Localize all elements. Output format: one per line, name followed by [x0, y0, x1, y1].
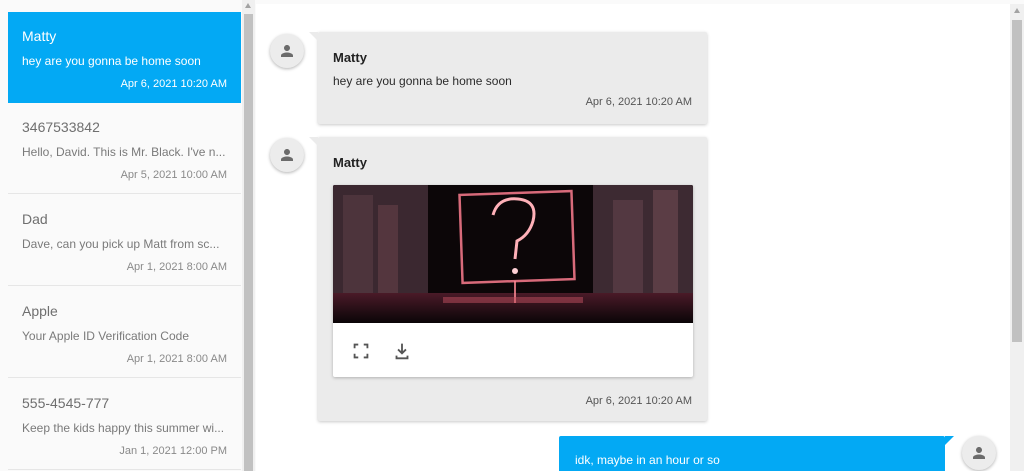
message-thread: Matty hey are you gonna be home soon Apr…: [256, 4, 1010, 471]
bubble-tail: [309, 32, 318, 41]
message-time: Apr 6, 2021 10:20 AM: [585, 96, 692, 108]
message-sender: Matty: [333, 50, 367, 65]
person-icon: [962, 436, 996, 470]
conversation-sidebar: Matty hey are you gonna be home soon Apr…: [0, 0, 256, 471]
conversation-item-matty[interactable]: Matty hey are you gonna be home soon Apr…: [8, 12, 241, 103]
scroll-up-arrow-icon[interactable]: [245, 3, 251, 8]
conversation-preview: Keep the kids happy this summer wi...: [22, 421, 225, 435]
bubble-tail: [945, 436, 954, 445]
image-attachment-card: [333, 185, 693, 377]
conversation-item-apple[interactable]: Apple Your Apple ID Verification Code Ap…: [8, 287, 241, 378]
message-text: hey are you gonna be home soon: [333, 74, 512, 88]
conversation-item-3467533842[interactable]: 3467533842 Hello, David. This is Mr. Bla…: [8, 103, 241, 194]
messages-app: Matty hey are you gonna be home soon Apr…: [0, 0, 1024, 471]
conversation-time: Apr 6, 2021 10:20 AM: [120, 78, 227, 90]
conversation-time: Apr 5, 2021 10:00 AM: [120, 169, 227, 181]
conversation-time: Apr 1, 2021 8:00 AM: [126, 261, 227, 273]
person-icon: [270, 34, 304, 68]
sidebar-scrollbar[interactable]: [242, 0, 255, 471]
conversation-name: Apple: [22, 303, 58, 319]
conversation-list: Matty hey are you gonna be home soon Apr…: [8, 12, 241, 471]
conversation-preview: hey are you gonna be home soon: [22, 54, 201, 68]
download-icon[interactable]: [391, 340, 413, 362]
fullscreen-icon[interactable]: [350, 340, 372, 362]
scroll-up-arrow-icon[interactable]: [1013, 8, 1020, 13]
person-icon: [270, 138, 304, 172]
bubble-tail: [309, 137, 318, 146]
incoming-message: Matty Apr 6, 2021 10:20 AM: [309, 137, 707, 421]
conversation-preview: Hello, David. This is Mr. Black. I've n.…: [22, 145, 226, 159]
message-time: Apr 6, 2021 10:20 AM: [585, 395, 692, 407]
message-sender: Matty: [333, 155, 367, 170]
thread-scrollbar-thumb[interactable]: [1012, 20, 1022, 342]
conversation-item-dad[interactable]: Dad Dave, can you pick up Matt from sc..…: [8, 195, 241, 286]
conversation-name: Matty: [22, 28, 57, 44]
conversation-time: Apr 1, 2021 8:00 AM: [126, 353, 227, 365]
conversation-name: 555-4545-777: [22, 395, 110, 411]
conversation-name: Dad: [22, 211, 48, 227]
incoming-message: Matty hey are you gonna be home soon Apr…: [309, 32, 707, 124]
conversation-item-555-4545-777[interactable]: 555-4545-777 Keep the kids happy this su…: [8, 379, 241, 470]
attachment-photo[interactable]: [333, 185, 693, 323]
thread-scrollbar[interactable]: [1010, 4, 1024, 471]
conversation-preview: Dave, can you pick up Matt from sc...: [22, 237, 220, 251]
conversation-time: Jan 1, 2021 12:00 PM: [119, 445, 227, 457]
message-text: idk, maybe in an hour or so: [575, 453, 720, 467]
conversation-preview: Your Apple ID Verification Code: [22, 329, 189, 343]
outgoing-message: idk, maybe in an hour or so: [559, 436, 954, 471]
sidebar-scrollbar-thumb[interactable]: [244, 14, 253, 471]
conversation-name: 3467533842: [22, 119, 100, 135]
